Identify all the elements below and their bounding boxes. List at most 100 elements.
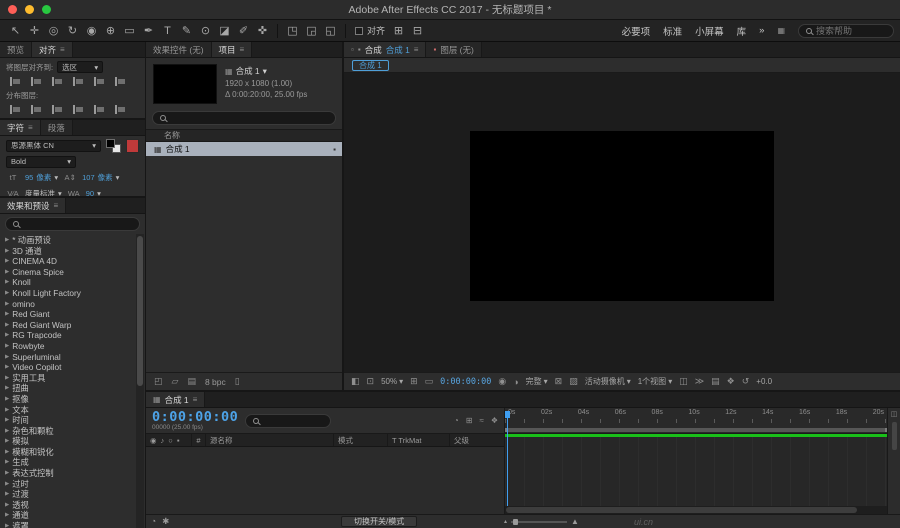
parent-column[interactable]: 父级	[450, 434, 504, 446]
expand-arrow-icon[interactable]: ▶	[5, 341, 9, 352]
leading-value[interactable]: 107 像素 ▾	[82, 172, 119, 183]
expand-arrow-icon[interactable]: ▶	[5, 320, 9, 331]
pixel-aspect-icon[interactable]: ◫	[679, 376, 688, 387]
effects-search-field[interactable]	[5, 217, 140, 231]
effects-category-item[interactable]: ▶ 表达式控制	[0, 468, 145, 479]
show-snapshot-icon[interactable]: ⊡	[367, 376, 375, 387]
selection-tool[interactable]: ↖	[6, 22, 25, 40]
expand-arrow-icon[interactable]: ▶	[5, 246, 9, 257]
label-color-icon[interactable]: ▪	[333, 145, 336, 154]
fill-color-swatch[interactable]	[106, 139, 121, 153]
zoom-slider[interactable]	[511, 521, 567, 523]
workspace-item[interactable]: 小屏幕	[695, 24, 724, 38]
effects-category-item[interactable]: ▶ 文本	[0, 405, 145, 416]
effects-category-item[interactable]: ▶ Video Copilot	[0, 362, 145, 373]
transparency-grid-icon[interactable]: ▨	[569, 376, 578, 387]
effects-scrollbar[interactable]	[136, 234, 144, 528]
toggle-switches-modes-button[interactable]: 切换开关/模式	[341, 516, 417, 527]
time-ruler[interactable]: 0s02s04s06s08s10s12s14s16s18s20s	[505, 408, 900, 434]
panel-menu-icon[interactable]: ≡	[193, 395, 198, 404]
grid-guides-icon[interactable]: ⊞	[410, 376, 418, 387]
hand-tool[interactable]: ✛	[25, 22, 44, 40]
new-folder-icon[interactable]: ▱	[172, 376, 179, 387]
view-axis-mode[interactable]: ◱	[321, 22, 340, 40]
lock-icon[interactable]: ▪	[358, 45, 361, 54]
shape-tool[interactable]: ▭	[120, 22, 139, 40]
effects-category-item[interactable]: ▶ Knoll Light Factory	[0, 288, 145, 299]
expand-arrow-icon[interactable]: ▶	[5, 288, 9, 299]
expand-arrow-icon[interactable]: ▶	[5, 373, 9, 384]
video-column-icon[interactable]: ◉	[150, 436, 157, 445]
tab-composition[interactable]: ▫ ▪ 合成 合成 1 ≡	[344, 42, 426, 57]
eraser-tool[interactable]: ◪	[215, 22, 234, 40]
workspace-overflow-icon[interactable]: »	[759, 25, 764, 36]
distribute-left-button[interactable]	[69, 103, 86, 115]
expand-arrow-icon[interactable]: ▶	[5, 383, 9, 394]
pan-behind-tool[interactable]: ⊕	[101, 22, 120, 40]
trkmat-column[interactable]: T TrkMat	[388, 434, 450, 446]
distribute-bottom-button[interactable]	[48, 103, 65, 115]
effects-category-item[interactable]: ▶ RG Trapcode	[0, 330, 145, 341]
expand-arrow-icon[interactable]: ▶	[5, 309, 9, 320]
align-left-button[interactable]	[6, 75, 23, 87]
text-color-swatch[interactable]	[126, 139, 139, 153]
tab-timeline-comp[interactable]: ▦ 合成 1 ≡	[146, 392, 205, 407]
effects-category-item[interactable]: ▶ 时间	[0, 415, 145, 426]
expand-arrow-icon[interactable]: ▶	[5, 426, 9, 437]
distribute-h-center-button[interactable]	[90, 103, 107, 115]
expand-arrow-icon[interactable]: ▶	[5, 521, 9, 528]
rotation-tool[interactable]: ↻	[63, 22, 82, 40]
show-channels-icon[interactable]: ◑	[513, 377, 518, 387]
selected-item-name[interactable]: ▦ 合成 1 ▾	[225, 65, 307, 77]
current-timecode[interactable]: 0:00:00:00	[152, 410, 238, 424]
timeline-search-input[interactable]	[263, 416, 321, 426]
align-bottom-button[interactable]	[111, 75, 128, 87]
fast-preview-icon[interactable]: ≫	[695, 376, 704, 387]
expand-arrow-icon[interactable]: ▶	[5, 489, 9, 500]
effects-category-item[interactable]: ▶ 3D 通道	[0, 246, 145, 257]
snap-toggle[interactable]: 对齐	[355, 24, 385, 37]
close-window-button[interactable]	[8, 5, 17, 14]
magnification-select[interactable]: 50%▾	[381, 377, 403, 386]
region-of-interest-icon[interactable]: ⊠	[555, 376, 563, 387]
distribute-v-center-button[interactable]	[27, 103, 44, 115]
expand-arrow-icon[interactable]: ▶	[5, 436, 9, 447]
puppet-pin-tool[interactable]: ✜	[253, 22, 272, 40]
solo-column-icon[interactable]: ○	[168, 436, 173, 445]
panel-menu-icon[interactable]: ≡	[28, 123, 33, 132]
local-axis-mode[interactable]: ◳	[283, 22, 302, 40]
fullscreen-window-button[interactable]	[42, 5, 51, 14]
draft-3d-icon[interactable]: ⊞	[466, 416, 473, 425]
tab-effect-controls[interactable]: 效果控件 (无)	[146, 42, 212, 57]
zoom-out-icon[interactable]: ▴	[504, 518, 507, 525]
tab-preview[interactable]: 预览	[0, 42, 32, 57]
help-search-field[interactable]	[798, 24, 894, 38]
expand-arrow-icon[interactable]: ▶	[5, 447, 9, 458]
effects-category-item[interactable]: ▶ 过时	[0, 479, 145, 490]
composition-viewport[interactable]	[470, 131, 774, 301]
expand-arrow-icon[interactable]: ▶	[5, 394, 9, 405]
workspace-item[interactable]: 库	[737, 24, 747, 38]
effects-category-item[interactable]: ▶ Rowbyte	[0, 341, 145, 352]
expand-arrow-icon[interactable]: ▶	[5, 415, 9, 426]
interpret-footage-icon[interactable]: ◰	[154, 376, 163, 387]
effects-search-input[interactable]	[23, 219, 93, 229]
align-h-center-button[interactable]	[27, 75, 44, 87]
effects-category-item[interactable]: ▶ CINEMA 4D	[0, 256, 145, 267]
expand-arrow-icon[interactable]: ▶	[5, 479, 9, 490]
project-column-header[interactable]: 名称	[146, 129, 342, 142]
effects-category-item[interactable]: ▶ 透视	[0, 500, 145, 511]
effects-category-item[interactable]: ▶ 过渡	[0, 489, 145, 500]
effects-category-item[interactable]: ▶ Superluminal	[0, 352, 145, 363]
motion-blur-icon[interactable]: ≈	[479, 416, 483, 425]
pen-tool[interactable]: ✒	[139, 22, 158, 40]
effects-category-item[interactable]: ▶ 杂色和颗粒	[0, 426, 145, 437]
timeline-horizontal-scrollbar[interactable]	[505, 506, 887, 514]
clone-stamp-tool[interactable]: ⊙	[196, 22, 215, 40]
mask-visibility-options[interactable]: ⊟	[408, 22, 427, 40]
align-v-center-button[interactable]	[90, 75, 107, 87]
work-area-bar[interactable]	[505, 428, 887, 432]
roto-brush-tool[interactable]: ✐	[234, 22, 253, 40]
expand-transfer-controls-icon[interactable]: ✱	[162, 516, 169, 527]
comp-mini-flowchart-icon[interactable]: ◔	[454, 416, 459, 425]
